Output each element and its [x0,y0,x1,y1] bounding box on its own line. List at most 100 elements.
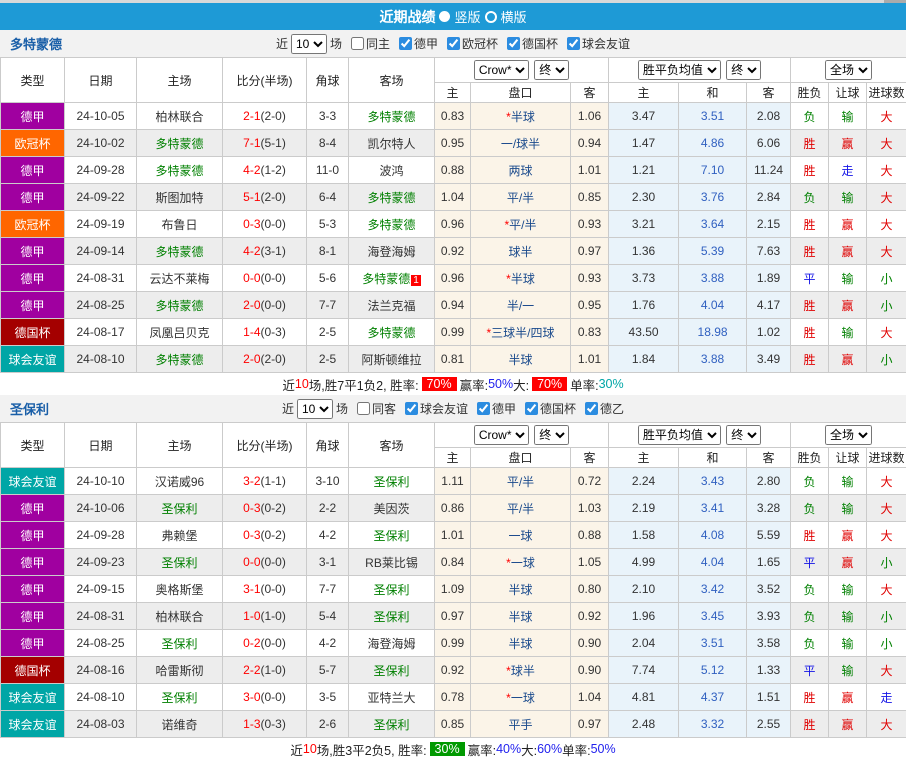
handicap-cell: 平手 [470,710,571,738]
euro-away-odds-cell: 4.17 [746,291,792,319]
corner-cell: 2-2 [306,494,349,522]
handicap-cell: 两球 [470,156,571,184]
euro-odds-select[interactable]: 胜平负均值 [637,425,721,445]
league-filter[interactable]: 球会友谊 [561,35,630,52]
match-row: 德甲 24-08-31 柏林联合 1-0(1-0) 5-4 圣保利 0.97 半球 0.92 1.… [0,602,906,630]
date-cell: 24-08-10 [64,345,137,373]
match-count-select[interactable]: 10 [296,398,333,419]
radio-unselected-icon[interactable] [484,10,497,23]
handicap-result-cell: 输 [828,318,868,346]
asian-home-odds-cell: 0.97 [434,602,471,630]
result-group: 全场 [790,422,906,448]
team-filter-bar: 多特蒙德 近 10 场 同主 德甲 欧冠杯 德国杯 球会友谊 [0,30,906,57]
handicap-cell: 平/半 [470,467,571,495]
col-date: 日期 [64,57,137,103]
near-label: 近 [281,402,294,416]
summary-segment: 单率: [570,378,599,393]
away-team-cell: 多特蒙德 [348,183,435,211]
league-checkbox[interactable] [525,402,539,415]
home-team-cell: 圣保利 [136,494,223,522]
league-filter[interactable]: 球会友谊 [399,400,468,417]
odds-company-select[interactable]: Crow* [473,60,529,80]
asian-home-odds-cell: 1.04 [434,183,471,211]
col-type: 类型 [0,57,65,103]
col-away: 客场 [348,422,435,468]
same-venue-checkbox[interactable] [356,402,370,415]
match-row: 欧冠杯 24-10-02 多特蒙德 7-1(5-1) 8-4 凯尔特人 0.95 一/球半 0.… [0,129,906,157]
euro-odds-group: 胜平负均值 终 [608,422,792,448]
asian-home-odds-cell: 0.95 [434,129,471,157]
home-team-cell: 多特蒙德 [136,291,223,319]
top-scrollbar[interactable] [0,0,906,3]
euro-away-odds-cell: 3.58 [746,629,792,657]
result-cell: 负 [790,183,830,211]
home-team-cell: 诺维奇 [136,710,223,738]
euro-away-odds-cell: 1.02 [746,318,792,346]
handicap-result-cell: 输 [828,602,868,630]
odds-time-select[interactable]: 终 [534,60,570,80]
home-team-cell: 弗赖堡 [136,521,223,549]
euro-time-select[interactable]: 终 [726,60,762,80]
away-team-cell: 圣保利 [348,575,435,603]
league-filter[interactable]: 德甲 [393,35,438,52]
col-score: 比分(半场) [222,57,307,103]
league-checkbox[interactable] [585,402,599,415]
league-filter[interactable]: 德国杯 [519,400,576,417]
league-filter[interactable]: 德国杯 [501,35,558,52]
odds-company-select[interactable]: Crow* [473,425,529,445]
home-team-cell: 云达不莱梅 [136,264,223,292]
asian-away-odds-cell: 0.94 [569,129,610,157]
asian-away-odds-cell: 0.83 [569,318,610,346]
score-cell: 0-0(0-0) [222,548,307,576]
asian-away-odds-cell: 1.06 [569,102,610,130]
col-result: 胜负 [790,447,830,468]
same-venue-filter[interactable]: 同客 [351,400,396,417]
handicap-cell: *三球半/四球 [470,318,571,346]
same-venue-filter[interactable]: 同主 [345,35,390,52]
corner-cell: 8-4 [306,129,349,157]
euro-home-odds-cell: 2.24 [608,467,680,495]
league-checkbox[interactable] [398,37,412,50]
live-score-badge: 1 [411,274,421,286]
match-count-select[interactable]: 10 [290,33,327,54]
euro-odds-select[interactable]: 胜平负均值 [637,60,721,80]
handicap-cell: 一球 [470,521,571,549]
league-checkbox[interactable] [507,37,521,50]
league-filter[interactable]: 德甲 [471,400,516,417]
league-filter[interactable]: 德乙 [579,400,624,417]
corner-cell: 3-10 [306,467,349,495]
result-cell: 胜 [790,156,830,184]
goals-result-cell: 大 [866,710,906,738]
date-cell: 24-08-25 [64,291,137,319]
league-checkbox[interactable] [477,402,490,415]
date-cell: 24-09-15 [64,575,137,603]
euro-draw-odds-cell: 3.51 [678,629,748,657]
layout-option-label: 竖版 [454,10,481,25]
corner-cell: 5-6 [306,264,349,292]
score-cell: 2-2(1-0) [222,656,307,684]
away-team-cell: 亚特兰大 [348,683,435,711]
asian-home-odds-cell: 0.94 [434,291,471,319]
odds-time-select[interactable]: 终 [534,425,570,445]
handicap-result-cell: 赢 [828,291,868,319]
league-filter[interactable]: 欧冠杯 [441,35,498,52]
goals-result-cell: 大 [866,237,906,265]
summary-segment: 60% [537,742,563,756]
league-checkbox[interactable] [404,402,418,415]
layout-option-horizontal[interactable]: 横版 [484,7,527,26]
handicap-result-cell: 赢 [828,548,868,576]
league-checkbox[interactable] [567,37,581,50]
scope-select[interactable]: 全场 [825,425,873,445]
radio-selected-icon[interactable] [439,11,451,22]
euro-time-select[interactable]: 终 [726,425,762,445]
scope-select[interactable]: 全场 [825,60,873,80]
score-cell: 2-0(2-0) [222,345,307,373]
handicap-result-cell: 赢 [828,710,868,738]
handicap-result-cell: 输 [828,656,868,684]
euro-home-odds-cell: 43.50 [608,318,680,346]
layout-option-vertical[interactable]: 竖版 [439,7,481,26]
league-checkbox[interactable] [447,37,460,50]
scrollbar-thumb[interactable] [884,0,906,3]
date-cell: 24-10-02 [64,129,137,157]
same-venue-checkbox[interactable] [350,37,364,50]
